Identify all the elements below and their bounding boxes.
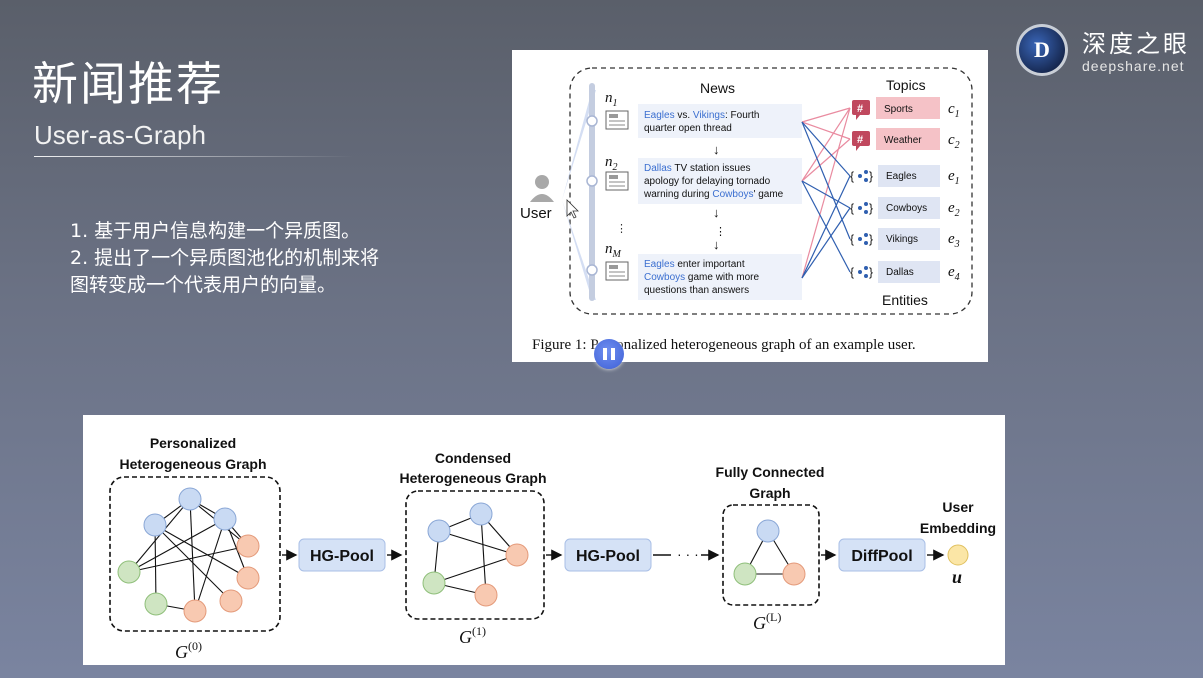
stage-L-title: Fully Connected <box>716 464 825 480</box>
news-id-label: nM <box>605 241 622 260</box>
entity-symbol: e1 <box>948 168 960 187</box>
graph-L-nodes <box>733 519 806 586</box>
news-3-line-1: Eagles enter important <box>644 259 745 270</box>
news-3-line-2: Cowboys game with more <box>644 272 759 283</box>
topic-label: Weather <box>884 135 922 146</box>
pause-icon <box>611 348 615 360</box>
news-1-line-2: quarter open thread <box>644 123 732 134</box>
hashtag-icon: # <box>852 100 870 120</box>
output-subtitle: Embedding <box>920 520 996 536</box>
stage-0-subtitle: Heterogeneous Graph <box>119 456 266 472</box>
topic-symbol: c1 <box>948 101 960 120</box>
graph-1-nodes <box>422 502 529 607</box>
entity-graph-icon: {} <box>850 201 873 215</box>
news-header: News <box>700 80 735 96</box>
entity-label: Vikings <box>886 234 918 245</box>
user-label: User <box>520 205 552 222</box>
entity-symbol: e3 <box>948 231 960 250</box>
subtitle-divider <box>34 156 354 157</box>
figure-2-diagram: Personalized Heterogeneous Graph G(0) HG… <box>109 435 996 662</box>
svg-text:}: } <box>869 232 873 246</box>
down-arrow-icon: ↓ <box>713 205 720 220</box>
graph-1-symbol: G(1) <box>459 624 486 647</box>
topic-symbol: c2 <box>948 132 960 151</box>
entity-graph-icon: {} <box>850 265 873 279</box>
news-id-ellipsis: ⋮ <box>616 223 627 235</box>
hg-pool-2-label: HG-Pool <box>576 548 640 565</box>
bullet-item: 2. 提出了一个异质图池化的机制来将 <box>70 247 380 269</box>
timeline-node <box>586 175 598 187</box>
pause-icon <box>603 348 607 360</box>
news-id-label: n1 <box>605 90 618 109</box>
svg-text:#: # <box>857 103 863 115</box>
eye-logo-icon: D <box>1016 24 1068 76</box>
entity-symbol: e2 <box>948 200 960 219</box>
entity-symbol: e4 <box>948 264 960 283</box>
bullet-item: 1. 基于用户信息构建一个异质图。 <box>70 220 361 242</box>
mouse-cursor-icon <box>566 199 579 219</box>
svg-text:}: } <box>869 265 873 279</box>
bullet-list: 1. 基于用户信息构建一个异质图。 2. 提出了一个异质图池化的机制来将 图转变… <box>70 218 379 299</box>
stage-1-subtitle: Heterogeneous Graph <box>399 470 546 486</box>
graph-0-nodes <box>117 487 260 623</box>
logo-english-text: deepshare.net <box>1082 58 1185 74</box>
slide-subtitle: User-as-Graph <box>34 120 206 150</box>
bullet-item: 图转变成一个代表用户的向量。 <box>70 274 337 296</box>
diffpool-label: DiffPool <box>851 548 912 565</box>
svg-text:}: } <box>869 201 873 215</box>
user-embedding-symbol: u <box>952 567 962 587</box>
down-arrow-icon: ↓ <box>713 142 720 157</box>
output-title: User <box>942 499 974 515</box>
user-embedding-node <box>947 544 969 566</box>
news-1-line-1: Eagles vs. Vikings: Fourth <box>644 110 759 121</box>
down-arrow-icon: ↓ <box>713 237 720 252</box>
newspaper-icon <box>605 110 629 130</box>
entity-graph-icon: {} <box>850 232 873 246</box>
pause-button[interactable] <box>594 339 624 369</box>
user-icon <box>530 175 554 202</box>
stage-1-title: Condensed <box>435 450 511 466</box>
figure-1-caption: Figure 1: Personalized heterogeneous gra… <box>532 337 916 353</box>
entity-label: Eagles <box>886 171 917 182</box>
figure-1-diagram: User n1 n2 nM ⋮ News Eagles vs. Vikings:… <box>520 67 973 353</box>
news-2-line-1: Dallas TV station issues <box>644 163 751 174</box>
svg-text:{: { <box>850 169 854 183</box>
entity-graph-icon: {} <box>850 169 873 183</box>
entity-label: Dallas <box>886 267 914 278</box>
logo-chinese-text: 深度之眼 <box>1082 30 1190 58</box>
entity-label: Cowboys <box>886 203 927 214</box>
news-3-line-3: questions than answers <box>644 285 749 296</box>
newspaper-icon <box>605 261 629 281</box>
slide-title: 新闻推荐 <box>32 57 224 111</box>
figure-1-panel: User n1 n2 nM ⋮ News Eagles vs. Vikings:… <box>512 50 988 362</box>
graph-0-symbol: G(0) <box>175 639 202 662</box>
hashtag-icon: # <box>852 131 870 151</box>
stage-0-title: Personalized <box>150 435 236 451</box>
svg-text:{: { <box>850 201 854 215</box>
stage-L-subtitle: Graph <box>749 485 790 501</box>
svg-text:#: # <box>857 134 863 146</box>
svg-text:{: { <box>850 232 854 246</box>
news-2-line-3: warning during Cowboys' game <box>643 189 784 200</box>
topic-label: Sports <box>884 104 913 115</box>
newspaper-icon <box>605 171 629 191</box>
topics-header: Topics <box>886 77 926 93</box>
news-id-label: n2 <box>605 154 618 173</box>
pipeline-ellipsis: · · · <box>677 546 699 562</box>
news-2-line-2: apology for delaying tornado <box>644 176 771 187</box>
entities-header: Entities <box>882 292 928 308</box>
timeline-node <box>586 264 598 276</box>
news-topic-links <box>801 107 851 279</box>
svg-text:{: { <box>850 265 854 279</box>
timeline-node <box>586 115 598 127</box>
hg-pool-1-label: HG-Pool <box>310 548 374 565</box>
figure-2-panel: Personalized Heterogeneous Graph G(0) HG… <box>83 415 1005 665</box>
svg-text:}: } <box>869 169 873 183</box>
graph-L-symbol: G(L) <box>753 610 781 633</box>
